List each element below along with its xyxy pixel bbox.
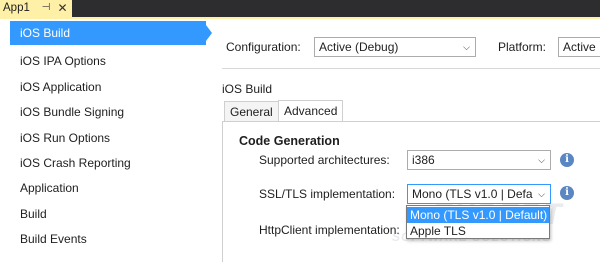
sidebar-item-label: Build Events <box>20 232 87 246</box>
httpclient-label: HttpClient implementation: <box>259 223 400 237</box>
section-divider <box>222 68 600 69</box>
document-tab-title: App1 <box>3 2 30 14</box>
tab-general[interactable]: General <box>224 101 279 122</box>
tab-label: General <box>230 105 273 119</box>
chevron-down-icon: ⌵ <box>463 42 470 52</box>
sidebar-item-application[interactable]: Application <box>10 176 206 200</box>
sidebar-item-label: iOS Bundle Signing <box>20 105 125 119</box>
selection-arrow <box>206 25 212 41</box>
sidebar-item-label: iOS Application <box>20 80 102 94</box>
code-generation-heading: Code Generation <box>239 134 340 148</box>
dropdown-option-label: Apple TLS <box>410 224 466 238</box>
close-icon[interactable]: ✕ <box>56 1 69 15</box>
chevron-down-icon: ⌵ <box>536 185 545 203</box>
sidebar-item-label: iOS Run Options <box>20 131 111 145</box>
configuration-select[interactable]: Active (Debug) ⌵ <box>314 37 476 57</box>
advanced-tab-panel: Code Generation Supported architectures:… <box>222 121 600 262</box>
configuration-value: Active (Debug) <box>319 40 399 54</box>
sidebar-item-label: Application <box>20 181 79 195</box>
pin-icon[interactable]: ⊣ <box>40 2 52 14</box>
sidebar-item-ios-crash-reporting[interactable]: iOS Crash Reporting <box>10 151 206 175</box>
dropdown-option-apple-tls[interactable]: Apple TLS <box>407 223 549 239</box>
document-tab-app1[interactable]: App1 ⊣ ✕ <box>0 0 72 17</box>
info-icon[interactable]: i <box>560 186 574 200</box>
platform-label: Platform: <box>498 40 547 54</box>
sidebar-item-label: Build <box>20 207 47 221</box>
platform-select[interactable]: Active <box>558 37 600 57</box>
architectures-select[interactable]: i386 ⌵ <box>407 150 551 170</box>
dropdown-option-mono[interactable]: Mono (TLS v1.0 | Default) <box>407 207 549 223</box>
section-title: iOS Build <box>222 82 273 96</box>
architectures-label: Supported architectures: <box>259 153 390 167</box>
sidebar-item-build-events[interactable]: Build Events <box>10 227 206 251</box>
chevron-down-icon: ⌵ <box>538 155 545 165</box>
configuration-label: Configuration: <box>226 40 301 54</box>
project-properties-sidebar: iOS Build iOS IPA Options iOS Applicatio… <box>0 19 216 262</box>
dropdown-option-label: Mono (TLS v1.0 | Default) <box>410 208 548 222</box>
platform-value: Active <box>563 40 596 54</box>
ssl-tls-select[interactable]: Mono (TLS v1.0 | Defa ⌵ <box>407 184 551 204</box>
tab-label: Advanced <box>284 104 338 118</box>
sidebar-item-ios-build[interactable]: iOS Build <box>10 21 206 45</box>
info-icon[interactable]: i <box>560 153 574 167</box>
ssl-tls-value: Mono (TLS v1.0 | Defa <box>412 187 533 201</box>
tab-advanced[interactable]: Advanced <box>278 100 344 122</box>
ssl-tls-label: SSL/TLS implementation: <box>259 187 396 201</box>
sidebar-item-ios-application[interactable]: iOS Application <box>10 75 206 99</box>
sidebar-item-ios-run-options[interactable]: iOS Run Options <box>10 126 206 150</box>
ssl-tls-dropdown-list: Mono (TLS v1.0 | Default) Apple TLS <box>406 205 550 239</box>
sidebar-item-ios-ipa-options[interactable]: iOS IPA Options <box>10 49 206 73</box>
sidebar-item-ios-bundle-signing[interactable]: iOS Bundle Signing <box>10 100 206 124</box>
sidebar-item-build[interactable]: Build <box>10 202 206 226</box>
document-tab-strip: App1 ⊣ ✕ <box>0 0 600 17</box>
sidebar-item-label: iOS Build <box>20 26 71 40</box>
sidebar-item-label: iOS IPA Options <box>20 54 106 68</box>
architectures-value: i386 <box>412 153 435 167</box>
sidebar-item-label: iOS Crash Reporting <box>20 156 131 170</box>
